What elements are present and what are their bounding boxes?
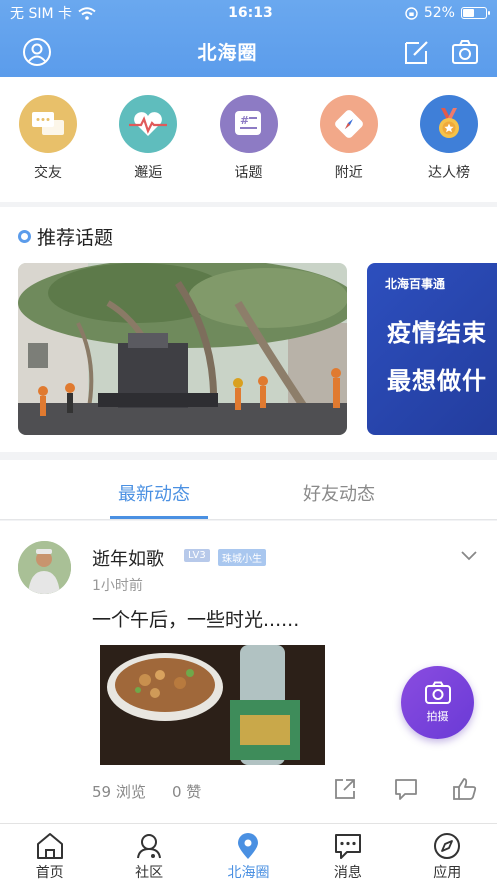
nav-community[interactable]: 社区	[109, 824, 189, 883]
post-image[interactable]	[100, 645, 325, 765]
section-title: 推荐话题	[18, 223, 113, 250]
recommended-topics-section: 推荐话题 北海百事通 疫情结束 最想做什	[0, 207, 497, 452]
compass-icon	[319, 95, 378, 153]
svg-text:#: #	[240, 114, 249, 127]
shoot-button[interactable]: 拍摄	[401, 666, 474, 739]
category-label: 话题	[234, 165, 263, 181]
heartbeat-icon	[119, 95, 178, 153]
category-encounter[interactable]: 邂逅	[118, 95, 178, 202]
like-count: 0 赞	[172, 783, 202, 801]
tab-indicator	[110, 516, 208, 519]
category-label: 达人榜	[428, 165, 470, 181]
home-icon	[36, 833, 63, 859]
navbar: 北海圈	[0, 26, 497, 77]
message-icon	[334, 834, 361, 859]
header: 无 SIM 卡 16:13 52% 北海圈	[0, 0, 497, 77]
compass-app-icon	[434, 833, 461, 859]
hashtag-icon: #	[219, 95, 278, 153]
category-label: 附近	[334, 165, 363, 181]
community-icon	[137, 834, 162, 859]
battery-icon	[460, 7, 490, 19]
category-label: 邂逅	[134, 165, 163, 181]
street-banyan-photo	[18, 263, 347, 435]
banner-headline-2: 最想做什	[387, 367, 487, 395]
post-time: 1小时前	[92, 578, 143, 594]
nav-messages[interactable]: 消息	[308, 824, 388, 883]
post-text: 一个午后，一些时光......	[92, 609, 300, 631]
category-row: 交友 邂逅 # 话题 附近 达人榜	[0, 77, 497, 202]
like-icon[interactable]	[452, 777, 478, 801]
share-icon[interactable]	[333, 777, 357, 801]
clock: 16:13	[228, 5, 273, 21]
level-badge: LV3	[184, 549, 210, 562]
camera-icon[interactable]	[451, 39, 479, 65]
page-title: 北海圈	[197, 42, 258, 64]
category-make-friends[interactable]: 交友	[18, 95, 78, 202]
topic-banner-photo[interactable]	[18, 263, 347, 435]
battery-percent: 52%	[423, 5, 455, 21]
chat-bubbles-icon	[19, 95, 77, 153]
feed-tabs: 最新动态 好友动态	[0, 460, 497, 520]
banner-logo: 北海百事通	[385, 277, 446, 291]
nav-apps[interactable]: 应用	[407, 824, 487, 883]
wifi-icon	[78, 6, 96, 20]
bottom-nav: 首页 社区 北海圈 消息 应用	[0, 823, 497, 883]
location-pin-icon	[238, 833, 259, 859]
carrier-text: 无 SIM 卡	[10, 6, 72, 22]
nav-home[interactable]: 首页	[10, 824, 90, 883]
camera-icon	[424, 681, 451, 704]
banner-headline-1: 疫情结束	[387, 319, 487, 347]
category-topics[interactable]: # 话题	[219, 95, 279, 202]
nav-beihai-circle[interactable]: 北海圈	[208, 824, 288, 883]
chevron-down-icon[interactable]	[461, 551, 477, 561]
profile-icon[interactable]	[22, 37, 52, 67]
medal-icon	[420, 95, 478, 153]
ring-icon	[18, 230, 31, 243]
avatar[interactable]	[18, 541, 71, 594]
category-nearby[interactable]: 附近	[319, 95, 379, 202]
status-bar: 无 SIM 卡 16:13 52%	[0, 0, 497, 26]
view-count: 59 浏览	[92, 783, 146, 801]
category-leaderboard[interactable]: 达人榜	[419, 95, 479, 202]
tab-latest[interactable]: 最新动态	[118, 480, 190, 506]
title-badge: 珠城小生	[218, 549, 266, 566]
topic-banner-announcement[interactable]: 北海百事通 疫情结束 最想做什	[367, 263, 497, 435]
category-label: 交友	[34, 165, 62, 181]
compose-icon[interactable]	[403, 38, 431, 66]
shoot-label: 拍摄	[426, 710, 449, 723]
orientation-lock-icon	[405, 6, 418, 20]
comment-icon[interactable]	[393, 777, 419, 801]
username[interactable]: 逝年如歌	[92, 545, 164, 571]
tab-friends[interactable]: 好友动态	[303, 480, 375, 506]
